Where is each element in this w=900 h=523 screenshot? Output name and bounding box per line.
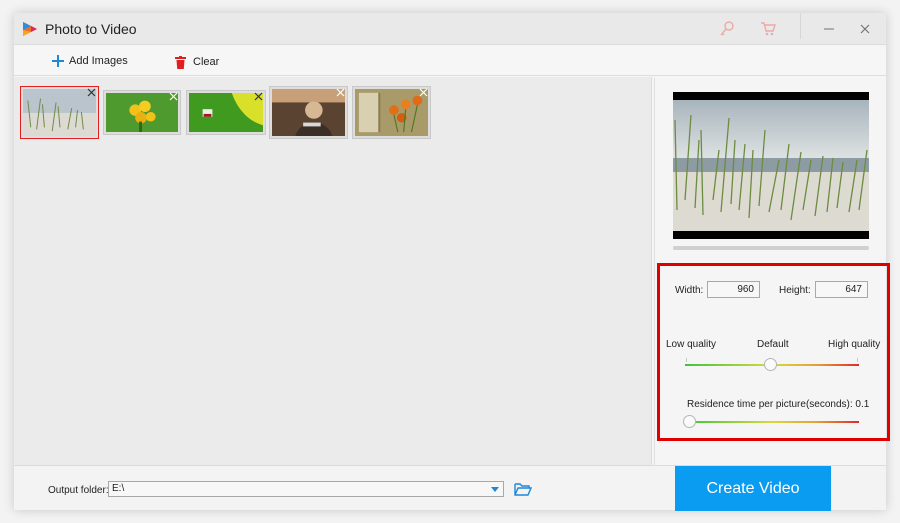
close-icon[interactable] (854, 19, 876, 39)
slider-tick (686, 358, 687, 362)
create-video-button[interactable]: Create Video (675, 466, 831, 511)
thumbnail-beach-grass[interactable] (20, 86, 99, 139)
default-quality-label: Default (757, 339, 789, 350)
remove-thumbnail-icon[interactable] (254, 92, 263, 101)
title-separator (800, 13, 801, 39)
thumbnail-image (189, 93, 263, 132)
width-input[interactable] (707, 281, 760, 298)
thumbnail-tulips-window[interactable] (352, 86, 431, 139)
height-label: Height: (779, 285, 811, 296)
add-images-label: Add Images (69, 55, 128, 67)
preview-progress-bar[interactable] (673, 246, 869, 250)
minimize-icon[interactable] (818, 19, 840, 39)
dropdown-arrow-icon[interactable] (491, 487, 499, 492)
quality-slider-thumb[interactable] (763, 358, 777, 371)
remove-thumbnail-icon[interactable] (87, 88, 96, 97)
plus-icon (52, 55, 64, 67)
app-logo-icon (23, 22, 37, 36)
high-quality-label: High quality (828, 339, 881, 350)
thumbnail-image (106, 93, 178, 132)
thumbnail-image (355, 89, 428, 136)
app-window: Photo to Video Add Images Clear Width: 9… (14, 13, 890, 511)
preview-image (673, 100, 869, 231)
remove-thumbnail-icon[interactable] (169, 92, 178, 101)
remove-thumbnail-icon[interactable] (336, 88, 345, 97)
cart-icon[interactable] (759, 20, 777, 38)
height-input[interactable] (815, 281, 868, 298)
thumbnail-image (272, 89, 345, 136)
width-label: Width: (675, 285, 704, 296)
output-folder-select[interactable]: E:\ (108, 481, 504, 497)
low-quality-label: Low quality (666, 339, 717, 350)
residence-slider-track (685, 421, 859, 423)
image-gallery (14, 77, 652, 465)
thumbnail-green-field-car[interactable] (186, 90, 266, 135)
key-icon[interactable] (718, 20, 736, 38)
residence-slider-thumb[interactable] (683, 415, 696, 428)
add-images-button[interactable]: Add Images (52, 52, 128, 70)
thumbnail-yellow-flowers[interactable] (103, 90, 181, 135)
trash-icon (175, 55, 186, 69)
output-folder-label: Output folder: (48, 485, 109, 496)
toolbar: Add Images Clear (14, 46, 886, 76)
clear-label: Clear (193, 56, 220, 68)
bottom-bar: Output folder: E:\ Create Video (14, 465, 886, 511)
clear-button[interactable]: Clear (175, 53, 219, 71)
remove-thumbnail-icon[interactable] (419, 88, 428, 97)
quality-slider[interactable] (685, 358, 859, 372)
folder-icon[interactable] (514, 482, 532, 497)
residence-time-label: Residence time per picture(seconds): 0.1 (687, 399, 870, 410)
slider-tick (857, 358, 858, 362)
thumbnail-girl-autumn[interactable] (269, 86, 348, 139)
video-preview (673, 92, 869, 239)
thumbnail-image (23, 89, 96, 136)
title-bar: Photo to Video (14, 13, 886, 45)
residence-time-slider[interactable] (683, 415, 859, 429)
output-folder-value: E:\ (112, 483, 125, 494)
window-title: Photo to Video (45, 21, 137, 37)
